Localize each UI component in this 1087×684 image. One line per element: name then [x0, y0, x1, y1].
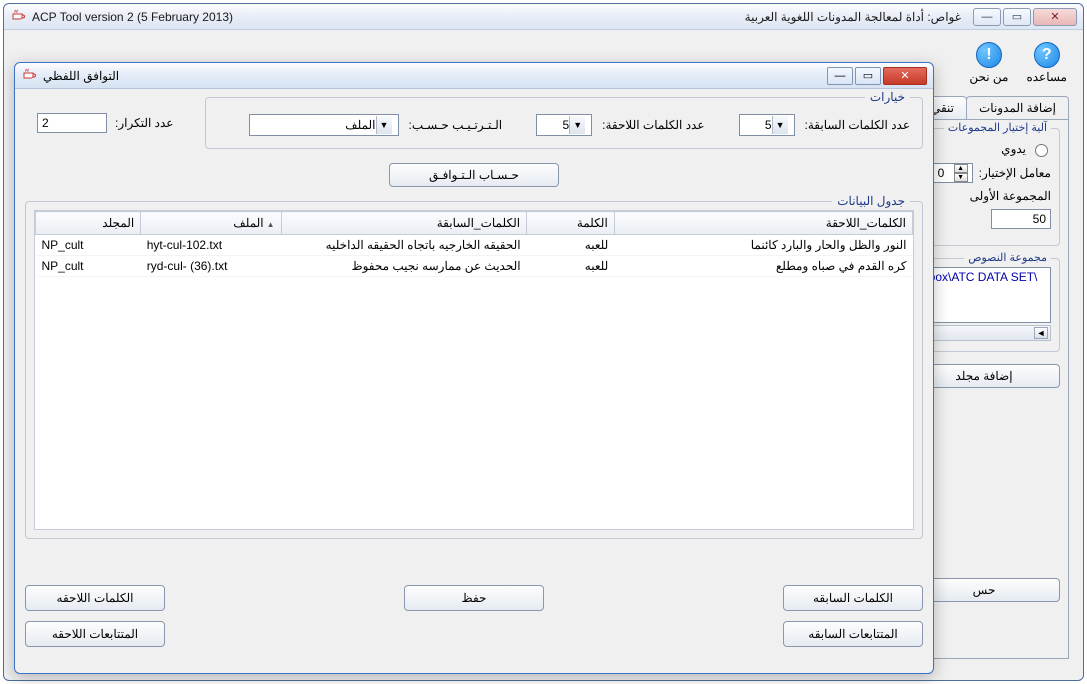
table-row[interactable]: NP_cultryd-cul- (36).txtالحديث عن ممارسه… [36, 256, 913, 277]
coeff-value: 0 [938, 166, 945, 180]
prev-words-label: عدد الكلمات السابقة: [805, 118, 910, 132]
java-icon [10, 9, 26, 25]
about-icon: ! [976, 42, 1002, 68]
next-collocations-button[interactable]: المتتابعات اللاحقه [25, 621, 165, 647]
cell-next: النور والظل والحار والبارد كائنما [614, 235, 912, 256]
col-word-label: الكلمة [577, 216, 608, 230]
prev-words-value: 5 [765, 118, 772, 132]
col-file-label: الملف [233, 216, 263, 230]
col-folder[interactable]: المجلد [36, 212, 141, 235]
prev-words-combo[interactable]: ▼ 5 [739, 114, 795, 136]
main-title-left: ACP Tool version 2 (5 February 2013) [32, 10, 233, 24]
data-table: المجلد ▲ الملف الكلمات_السابقة الكلمة الك… [35, 211, 913, 277]
next-words-value: 5 [562, 118, 569, 132]
repeat-input[interactable]: 2 [37, 113, 107, 133]
sort-combo[interactable]: ▼ الملف [249, 114, 399, 136]
first-group-input[interactable]: 50 [991, 209, 1051, 229]
first-group-value: 50 [1033, 212, 1046, 226]
texts-listbox[interactable]: pbox\ATC DATA SET\ [917, 267, 1051, 323]
help-label: مساعده [1026, 70, 1067, 84]
cell-word: للعبه [527, 235, 615, 256]
texts-scrollbar[interactable]: ◄ ► [917, 325, 1051, 341]
about-button[interactable]: ! من نحن [969, 42, 1008, 84]
dialog-maximize-button[interactable]: ▭ [855, 67, 881, 85]
col-next-label: الكلمات_اللاحقة [826, 216, 906, 230]
col-prev-words[interactable]: الكلمات_السابقة [281, 212, 527, 235]
cell-folder: NP_cult [36, 256, 141, 277]
concordance-dialog: التوافق اللفظي ― ▭ ✕ خيارات عدد الكلمات … [14, 62, 934, 674]
prev-collocations-button[interactable]: المتتابعات السابقه [783, 621, 923, 647]
main-window-controls: ― ▭ ✕ [973, 8, 1077, 26]
help-button[interactable]: ? مساعده [1026, 42, 1067, 84]
cell-folder: NP_cult [36, 235, 141, 256]
cell-file: ryd-cul- (36).txt [141, 256, 281, 277]
next-words-button[interactable]: الكلمات اللاحقه [25, 585, 165, 611]
col-next-words[interactable]: الكلمات_اللاحقة [614, 212, 912, 235]
dialog-title: التوافق اللفظي [43, 69, 119, 83]
col-folder-label: المجلد [102, 216, 134, 230]
sort-asc-icon: ▲ [267, 220, 275, 229]
sort-value: الملف [345, 118, 375, 132]
chevron-down-icon: ▼ [772, 116, 788, 134]
dialog-minimize-button[interactable]: ― [827, 67, 853, 85]
cell-next: كره القدم في صباه ومطلع [614, 256, 912, 277]
minimize-button[interactable]: ― [973, 8, 1001, 26]
col-word[interactable]: الكلمة [527, 212, 615, 235]
col-prev-label: الكلمات_السابقة [437, 216, 520, 230]
repeat-label: عدد التكرار: [115, 116, 173, 130]
prev-words-button[interactable]: الكلمات السابقه [783, 585, 923, 611]
manual-radio[interactable] [1035, 144, 1048, 157]
main-tabs: إضافة المدونات تنقي [919, 96, 1069, 119]
manual-radio-label: يدوي [1001, 142, 1026, 156]
chevron-down-icon: ▼ [376, 116, 392, 134]
coeff-label: معامل الإختيار: [979, 166, 1051, 180]
save-button[interactable]: حفظ [404, 585, 544, 611]
chevron-down-icon: ▼ [569, 116, 585, 134]
cell-prev: الحديث عن ممارسه نجيب محفوظ [281, 256, 527, 277]
next-words-combo[interactable]: ▼ 5 [536, 114, 592, 136]
cell-file: hyt-cul-102.txt [141, 235, 281, 256]
data-table-wrap: المجلد ▲ الملف الكلمات_السابقة الكلمة الك… [34, 210, 914, 530]
tab-add-corpora[interactable]: إضافة المدونات [966, 96, 1069, 119]
data-table-fieldset: جدول البيانات المجلد ▲الملف الكلمات_السا… [25, 201, 923, 539]
spinner-up-icon[interactable]: ▲ [954, 164, 968, 173]
close-button[interactable]: ✕ [1033, 8, 1077, 26]
table-row[interactable]: NP_culthyt-cul-102.txtالحقيقه الخارجيه ب… [36, 235, 913, 256]
group-selection-legend: آلية إختيار المجموعات [944, 121, 1051, 134]
about-label: من نحن [969, 70, 1008, 84]
main-titlebar: ACP Tool version 2 (5 February 2013) غوا… [4, 4, 1083, 30]
java-icon [21, 68, 37, 84]
first-group-label: المجموعة الأولى [970, 189, 1051, 203]
cell-word: للعبه [527, 256, 615, 277]
calculate-concordance-button[interactable]: حـسـاب الـتـوافـق [389, 163, 559, 187]
scroll-left-icon[interactable]: ◄ [1034, 327, 1048, 339]
options-legend: خيارات [865, 90, 910, 104]
coeff-spinner[interactable]: 0 ▲▼ [933, 163, 973, 183]
dialog-titlebar: التوافق اللفظي ― ▭ ✕ [15, 63, 933, 89]
help-icon: ? [1034, 42, 1060, 68]
options-fieldset: خيارات عدد الكلمات السابقة: ▼ 5 عدد الكل… [205, 97, 923, 149]
next-words-label: عدد الكلمات اللاحقة: [602, 118, 704, 132]
main-title-right: غواص: أداة لمعالجة المدونات اللغوية العر… [745, 10, 961, 24]
spinner-down-icon[interactable]: ▼ [954, 173, 968, 182]
texts-legend: مجموعة النصوص [964, 251, 1051, 264]
dialog-close-button[interactable]: ✕ [883, 67, 927, 85]
col-file[interactable]: ▲ الملف [141, 212, 281, 235]
cell-prev: الحقيقه الخارجيه باتجاه الحقيقه الداخليه [281, 235, 527, 256]
maximize-button[interactable]: ▭ [1003, 8, 1031, 26]
data-table-legend: جدول البيانات [832, 194, 910, 208]
dialog-bottom-buttons: الكلمات السابقه الكلمات اللاحقه حفظ المت… [25, 585, 923, 663]
texts-path-item: pbox\ATC DATA SET\ [922, 270, 1037, 284]
sort-label: الـتـرتـيـب حـسـب: [409, 118, 503, 132]
repeat-value: 2 [42, 116, 49, 130]
